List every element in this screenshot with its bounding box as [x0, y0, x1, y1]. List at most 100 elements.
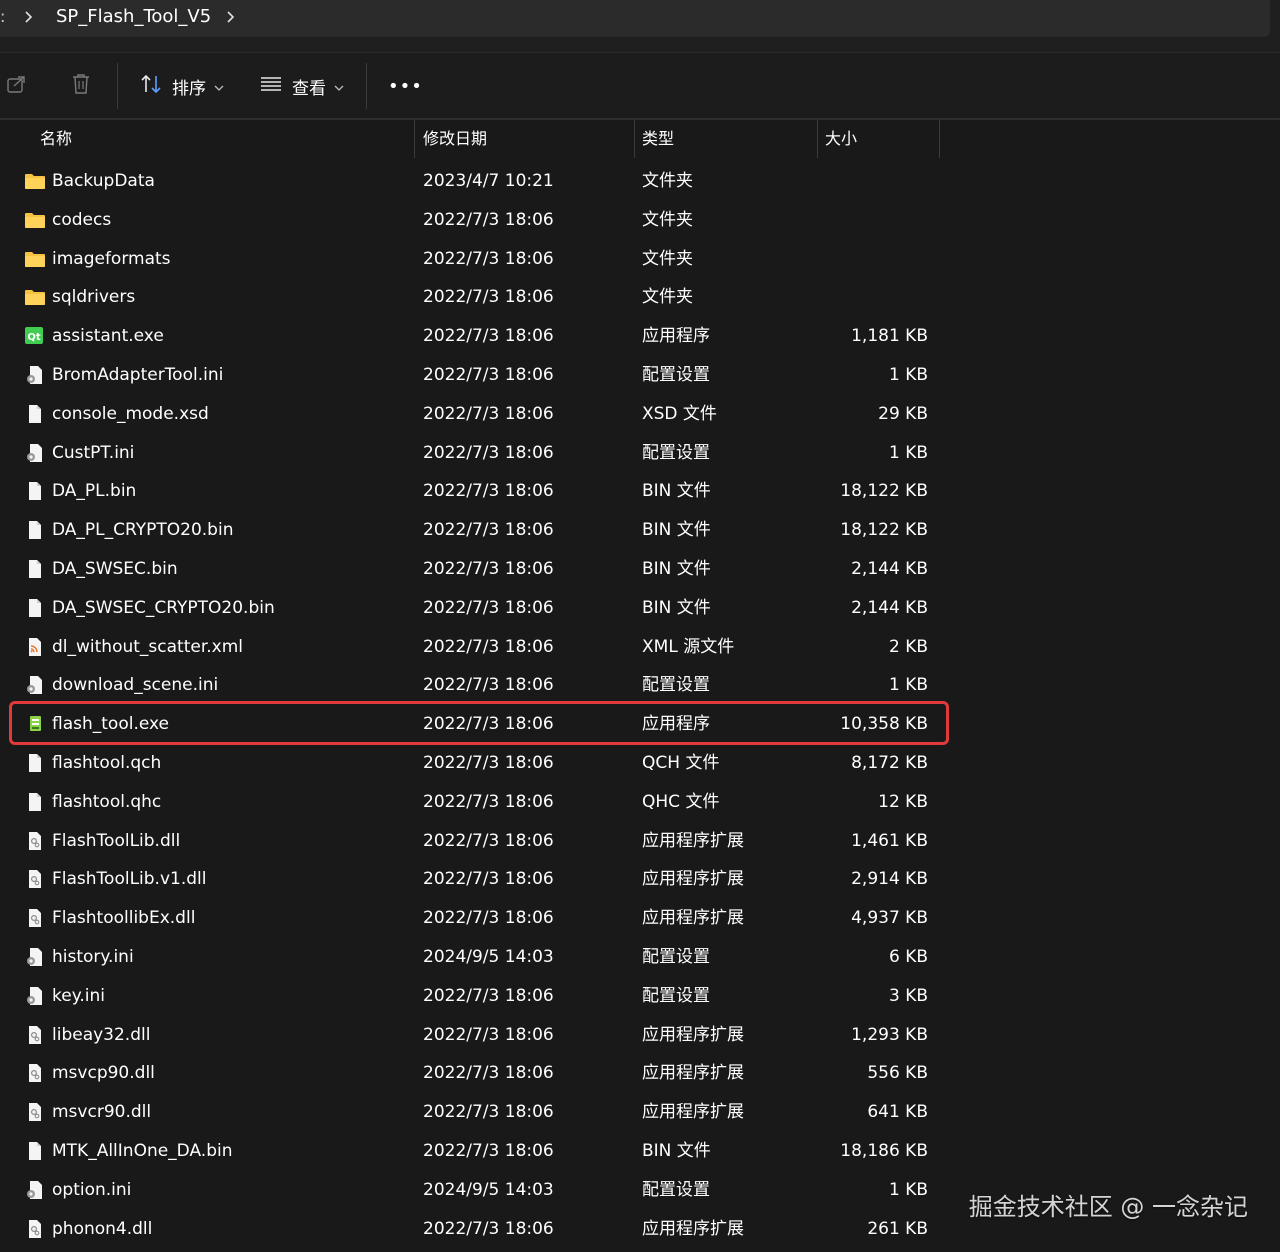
file-date: 2022/7/3 18:06: [423, 908, 554, 929]
sort-icon: [140, 73, 162, 99]
file-row[interactable]: MTK_AllInOne_DA.bin 2022/7/3 18:06 BIN 文件 1…: [0, 1132, 940, 1171]
file-name: CustPT.ini: [52, 442, 135, 463]
file-type: 应用程序扩展: [642, 1102, 744, 1123]
file-row[interactable]: Qt assistant.exe 2022/7/3 18:06 应用程序 1,181 K…: [0, 317, 940, 356]
file-size: 4,937 KB: [851, 908, 928, 929]
file-type: 配置设置: [642, 442, 710, 463]
file-type: 应用程序扩展: [642, 1024, 744, 1045]
file-icon: [24, 1141, 46, 1161]
file-date: 2022/7/3 18:06: [423, 869, 554, 890]
file-row[interactable]: download_scene.ini 2022/7/3 18:06 配置设置 1 KB: [0, 666, 940, 705]
ini-icon: [24, 443, 46, 463]
file-type: BIN 文件: [642, 1141, 711, 1161]
file-row[interactable]: FlashToolLib.dll 2022/7/3 18:06 应用程序扩展 1,46…: [0, 822, 940, 861]
file-name: FlashToolLib.dll: [52, 830, 181, 851]
address-bar[interactable]: : SP_Flash_Tool_V5: [0, 0, 1270, 37]
sort-button[interactable]: 排序: [140, 71, 224, 101]
highlight-box: [9, 701, 949, 746]
file-row[interactable]: FlashToolLib.v1.dll 2022/7/3 18:06 应用程序扩展 2…: [0, 860, 940, 899]
file-size: 1 KB: [888, 365, 928, 385]
column-header-type[interactable]: 类型: [642, 120, 674, 158]
file-row[interactable]: DA_SWSEC.bin 2022/7/3 18:06 BIN 文件 2,144 KB: [0, 550, 940, 589]
column-divider[interactable]: [414, 120, 415, 158]
file-name: DA_PL.bin: [52, 481, 137, 502]
file-row[interactable]: DA_SWSEC_CRYPTO20.bin 2022/7/3 18:06 BIN 文…: [0, 589, 940, 628]
file-row[interactable]: sqldrivers 2022/7/3 18:06 文件夹: [0, 278, 940, 317]
column-divider[interactable]: [634, 120, 635, 158]
file-row[interactable]: DA_PL.bin 2022/7/3 18:06 BIN 文件 18,122 KB: [0, 472, 940, 511]
file-size: 3 KB: [888, 985, 928, 1006]
file-row[interactable]: msvcr90.dll 2022/7/3 18:06 应用程序扩展 641 KB: [0, 1093, 940, 1132]
view-list-icon: [260, 73, 282, 99]
breadcrumb-folder[interactable]: SP_Flash_Tool_V5: [56, 4, 211, 30]
file-row[interactable]: imageformats 2022/7/3 18:06 文件夹: [0, 240, 940, 279]
file-name: msvcp90.dll: [52, 1063, 155, 1084]
file-type: XML 源文件: [642, 636, 735, 657]
file-row[interactable]: DA_PL_CRYPTO20.bin 2022/7/3 18:06 BIN 文件 18…: [0, 511, 940, 550]
more-icon: •••: [388, 75, 423, 97]
file-date: 2022/7/3 18:06: [423, 209, 554, 230]
folder-icon: [24, 171, 46, 191]
dll-icon: [24, 1025, 46, 1045]
toolbar-separator: [366, 63, 367, 109]
column-header-date[interactable]: 修改日期: [423, 120, 487, 158]
file-icon: [24, 753, 46, 773]
file-row[interactable]: BackupData 2023/4/7 10:21 文件夹: [0, 162, 940, 201]
file-name: download_scene.ini: [52, 675, 219, 696]
dll-icon: [24, 1102, 46, 1122]
toolbar-separator: [117, 63, 118, 109]
file-row[interactable]: flashtool.qch 2022/7/3 18:06 QCH 文件 8,172 K…: [0, 744, 940, 783]
file-icon: [24, 520, 46, 540]
chevron-down-icon: [334, 77, 344, 96]
file-name: phonon4.dll: [52, 1218, 153, 1239]
ini-icon: [24, 986, 46, 1006]
file-row[interactable]: dl_without_scatter.xml 2022/7/3 18:06 XML …: [0, 628, 940, 667]
file-date: 2022/7/3 18:06: [423, 403, 554, 424]
file-type: BIN 文件: [642, 520, 711, 541]
file-name: dl_without_scatter.xml: [52, 636, 244, 657]
file-name: BackupData: [52, 171, 155, 191]
dll-icon: [24, 908, 46, 928]
delete-button[interactable]: [70, 71, 92, 101]
file-type: 应用程序扩展: [642, 869, 744, 890]
xml-icon: [24, 637, 46, 657]
file-date: 2024/9/5 14:03: [423, 1179, 554, 1200]
file-row[interactable]: libeay32.dll 2022/7/3 18:06 应用程序扩展 1,293 KB: [0, 1016, 940, 1055]
file-date: 2022/7/3 18:06: [423, 830, 554, 851]
breadcrumb-chevron-icon[interactable]: [22, 6, 36, 28]
column-divider[interactable]: [939, 120, 940, 158]
file-size: 1,293 KB: [851, 1024, 928, 1045]
file-size: 261 KB: [867, 1218, 928, 1239]
file-row[interactable]: CustPT.ini 2022/7/3 18:06 配置设置 1 KB: [0, 434, 940, 473]
file-row[interactable]: option.ini 2024/9/5 14:03 配置设置 1 KB: [0, 1171, 940, 1210]
file-row[interactable]: phonon4.dll 2022/7/3 18:06 应用程序扩展 261 KB: [0, 1210, 940, 1249]
file-type: 应用程序扩展: [642, 830, 744, 851]
file-row[interactable]: codecs 2022/7/3 18:06 文件夹: [0, 201, 940, 240]
file-type: 文件夹: [642, 287, 693, 308]
application-icon: Qt: [24, 326, 46, 346]
chevron-down-icon: [214, 77, 224, 96]
file-date: 2022/7/3 18:06: [423, 1063, 554, 1084]
file-row[interactable]: flashtool.qhc 2022/7/3 18:06 QHC 文件 12 KB: [0, 783, 940, 822]
dll-icon: [24, 1063, 46, 1083]
column-header-size[interactable]: 大小: [825, 120, 857, 158]
file-row[interactable]: FlashtoollibEx.dll 2022/7/3 18:06 应用程序扩展 4,…: [0, 899, 940, 938]
column-divider[interactable]: [817, 120, 818, 158]
file-row[interactable]: history.ini 2024/9/5 14:03 配置设置 6 KB: [0, 938, 940, 977]
file-row[interactable]: console_mode.xsd 2022/7/3 18:06 XSD 文件 29 K…: [0, 395, 940, 434]
share-button[interactable]: [6, 71, 28, 101]
more-options-button[interactable]: •••: [388, 71, 423, 101]
folder-icon: [24, 249, 46, 269]
view-button[interactable]: 查看: [260, 71, 344, 101]
file-row[interactable]: BromAdapterTool.ini 2022/7/3 18:06 配置设置 1 K…: [0, 356, 940, 395]
file-type: 配置设置: [642, 675, 710, 696]
file-name: imageformats: [52, 248, 171, 269]
column-header-name[interactable]: 名称: [40, 120, 72, 158]
file-type: 配置设置: [642, 365, 710, 385]
file-type: BIN 文件: [642, 559, 711, 579]
file-date: 2022/7/3 18:06: [423, 1218, 554, 1239]
file-row[interactable]: msvcp90.dll 2022/7/3 18:06 应用程序扩展 556 KB: [0, 1054, 940, 1093]
breadcrumb-chevron-icon[interactable]: [224, 6, 238, 28]
file-row[interactable]: key.ini 2022/7/3 18:06 配置设置 3 KB: [0, 977, 940, 1016]
file-type: 文件夹: [642, 171, 693, 191]
